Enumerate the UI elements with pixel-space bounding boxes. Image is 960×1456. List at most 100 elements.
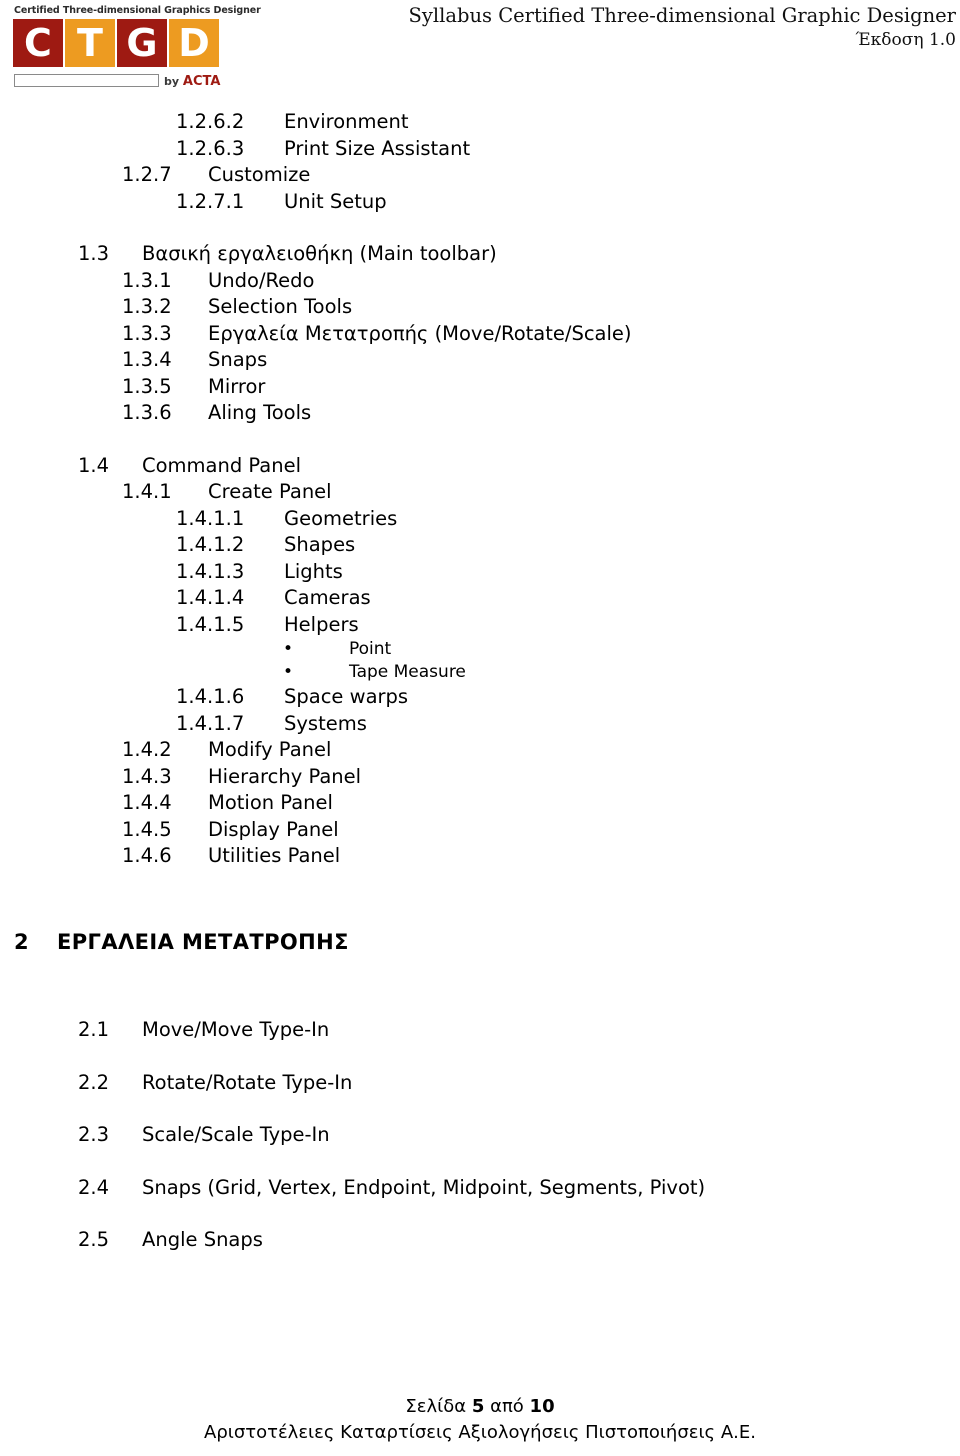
page-current: 5	[471, 1395, 485, 1417]
section-entry-number: 2.2	[78, 1070, 110, 1094]
toc-entry[interactable]: 1.4.2 Modify Panel	[0, 738, 960, 765]
toc-entry-number: 1.4.5	[122, 817, 172, 841]
toc-entry-number: 1.3.4	[122, 348, 172, 371]
toc-entry-number: 1.3.2	[122, 295, 172, 318]
toc-entry-label: Modify Panel	[208, 738, 332, 761]
toc-entry-label: Systems	[284, 711, 367, 735]
toc-entry-number: 1.4.3	[122, 764, 172, 788]
section-entry-label: Angle Snaps	[142, 1228, 263, 1251]
toc-entry[interactable]: 1.3.5 Mirror	[0, 375, 960, 402]
section-entry-label: Rotate/Rotate Type-In	[142, 1070, 353, 1094]
toc-entry-number: 1.3.6	[122, 401, 172, 424]
toc-entry-number: 1.4.1.2	[176, 533, 245, 556]
toc-entry-label: Snaps	[208, 348, 268, 371]
document-version: Έκδοση 1.0	[855, 30, 956, 50]
toc-entry-label: Environment	[284, 110, 409, 133]
bullet-dot-icon: •	[283, 639, 294, 659]
logo-square-d: D	[169, 19, 219, 67]
toc-entry-label: Shapes	[284, 533, 356, 556]
toc-entry-label: Customize	[208, 163, 311, 186]
section-entry[interactable]: 2.4 Snaps (Grid, Vertex, Endpoint, Midpoi…	[0, 1176, 960, 1229]
toc-entry-number: 1.3.5	[122, 374, 172, 398]
toc-entry[interactable]: 1.4.5 Display Panel	[0, 818, 960, 845]
toc-bullet-item: • Point	[0, 639, 960, 662]
chapter-title: ΕΡΓΑΛΕΙΑ ΜΕΤΑΤΡΟΠΗΣ	[57, 930, 349, 954]
toc-entry-number: 1.4	[78, 453, 110, 477]
toc-entry[interactable]: 1.4.6 Utilities Panel	[0, 844, 960, 871]
toc-entry[interactable]: 1.2.6.3 Print Size Assistant	[0, 137, 960, 164]
section-entry[interactable]: 2.5 Angle Snaps	[0, 1228, 960, 1281]
toc-entry-number: 1.3.1	[122, 268, 172, 292]
toc-entry[interactable]: 1.3.1 Undo/Redo	[0, 269, 960, 296]
toc-entry-label: Command Panel	[142, 453, 302, 477]
toc-entry-label: Geometries	[284, 506, 398, 530]
logo-rule-box	[14, 74, 159, 87]
toc-entry[interactable]: 1.2.6.2 Environment	[0, 110, 960, 137]
toc-entry-number: 1.2.6.2	[176, 110, 245, 133]
toc-entry-label: Helpers	[284, 612, 359, 636]
logo-by-label: by	[164, 75, 180, 88]
toc-entry-label: Unit Setup	[284, 189, 387, 213]
toc-entry-number: 1.3.3	[122, 321, 172, 345]
page-footer: Σελίδα 5 από 10 Αριστοτέλειες Καταρτίσει…	[0, 1394, 960, 1446]
section-entry-number: 2.4	[78, 1175, 110, 1199]
toc-entry[interactable]: 1.4.1.4 Cameras	[0, 586, 960, 613]
toc-entry[interactable]: 1.3.3 Εργαλεία Μετατροπής (Move/Rotate/Sc…	[0, 322, 960, 349]
toc-entry-number: 1.4.1.6	[176, 685, 245, 708]
section-entry[interactable]: 2.2 Rotate/Rotate Type-In	[0, 1071, 960, 1124]
toc-entry-label: Undo/Redo	[208, 268, 315, 292]
toc-entry-label: Cameras	[284, 586, 371, 609]
toc-entry[interactable]: 1.4.1.7 Systems	[0, 712, 960, 739]
toc-entry[interactable]: 1.4.1.6 Space warps	[0, 685, 960, 712]
page-number-line: Σελίδα 5 από 10	[0, 1394, 960, 1420]
toc-entry[interactable]: 1.3.6 Aling Tools	[0, 401, 960, 428]
toc-entry-label: Εργαλεία Μετατροπής (Move/Rotate/Scale)	[208, 321, 632, 345]
toc-entry-label: Create Panel	[208, 480, 332, 503]
toc-entry-number: 1.4.1.7	[176, 711, 245, 735]
toc-entry[interactable]: 1.3.4 Snaps	[0, 348, 960, 375]
toc-entry-label: Space warps	[284, 685, 409, 708]
section-entry[interactable]: 2.3 Scale/Scale Type-In	[0, 1123, 960, 1176]
document-title: Syllabus Certified Three-dimensional Gra…	[408, 4, 956, 27]
toc-entry[interactable]: 1.4.1.1 Geometries	[0, 507, 960, 534]
logo-acta-brand: ACTA	[182, 74, 221, 89]
chapter-number: 2	[14, 930, 30, 954]
toc-entry[interactable]: 1.4.1.3 Lights	[0, 560, 960, 587]
toc-entry[interactable]: 1.4.4 Motion Panel	[0, 791, 960, 818]
chapter-heading-2: 2 ΕΡΓΑΛΕΙΑ ΜΕΤΑΤΡΟΠΗΣ	[0, 930, 960, 954]
toc-entry[interactable]: 1.4.3 Hierarchy Panel	[0, 765, 960, 792]
toc-entry[interactable]: 1.4.1 Create Panel	[0, 480, 960, 507]
toc-entry-number: 1.2.7	[122, 163, 172, 186]
logo-letter-squares: C T G D	[13, 19, 219, 67]
toc-entry-number: 1.4.1.4	[176, 586, 245, 609]
page-header: Certified Three-dimensional Graphics Des…	[0, 0, 960, 96]
page-total: 10	[529, 1395, 555, 1417]
toc-entry-label: Utilities Panel	[208, 844, 341, 867]
toc-entry[interactable]: 1.4 Command Panel	[0, 454, 960, 481]
toc-entry-label: Βασική εργαλειοθήκη (Main toolbar)	[142, 242, 497, 265]
toc-entry-label: Aling Tools	[208, 401, 312, 424]
toc-entry[interactable]: 1.2.7 Customize	[0, 163, 960, 190]
section-entry-number: 2.3	[78, 1123, 110, 1146]
toc-entry-label: Motion Panel	[208, 791, 333, 814]
ctgd-logo: Certified Three-dimensional Graphics Des…	[4, 2, 261, 94]
toc-entry[interactable]: 1.4.1.2 Shapes	[0, 533, 960, 560]
page-middle: από	[484, 1395, 530, 1417]
toc-bullet-label: Tape Measure	[349, 662, 466, 682]
toc-entry-label: Hierarchy Panel	[208, 764, 362, 788]
toc-entry[interactable]: 1.4.1.5 Helpers	[0, 613, 960, 640]
toc-entry[interactable]: 1.3.2 Selection Tools	[0, 295, 960, 322]
toc-entry[interactable]: 1.2.7.1 Unit Setup	[0, 190, 960, 217]
toc-entry-label: Mirror	[208, 374, 266, 398]
section-entry-label: Move/Move Type-In	[142, 1018, 330, 1041]
section-entry-label: Snaps (Grid, Vertex, Endpoint, Midpoint,…	[142, 1175, 706, 1199]
toc-entry-number: 1.4.1	[122, 480, 172, 503]
section-entry[interactable]: 2.1 Move/Move Type-In	[0, 1018, 960, 1071]
section-entry-number: 2.5	[78, 1228, 110, 1251]
page-prefix: Σελίδα	[405, 1395, 472, 1417]
bullet-dot-icon: •	[283, 662, 294, 682]
toc-entry-number: 1.4.1.3	[176, 559, 245, 583]
toc-entry-number: 1.4.4	[122, 791, 172, 814]
logo-tagline: Certified Three-dimensional Graphics Des…	[14, 5, 261, 16]
toc-entry[interactable]: 1.3 Βασική εργαλειοθήκη (Main toolbar)	[0, 242, 960, 269]
